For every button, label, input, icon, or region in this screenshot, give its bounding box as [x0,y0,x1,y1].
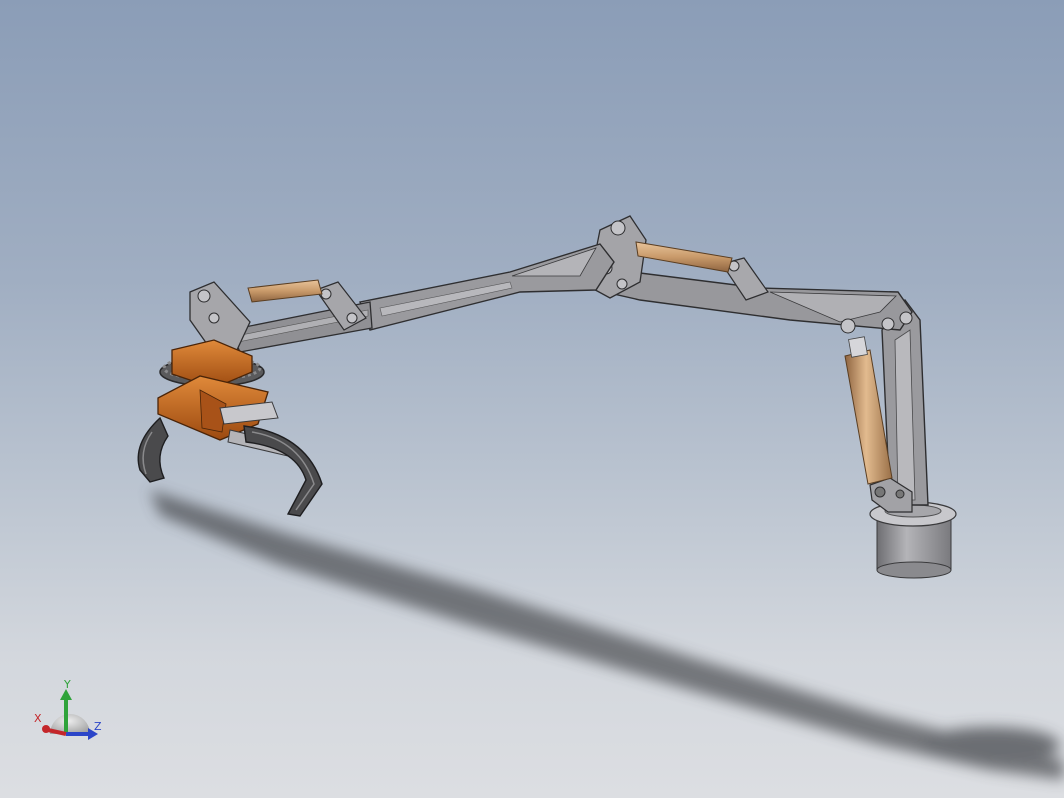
outer-boom[interactable] [359,243,615,331]
view-orientation-triad[interactable]: X Y Z [28,676,108,746]
rotator[interactable] [157,339,269,441]
z-axis-label: Z [94,720,102,733]
y-axis-label: Y [64,678,71,691]
inner-boom[interactable] [587,215,913,334]
model-scene[interactable] [0,0,1064,798]
graphics-viewport[interactable]: X Y Z [0,0,1064,798]
base-pedestal[interactable] [869,501,957,579]
boom-cylinder[interactable] [635,241,733,273]
x-axis-label: X [34,712,42,725]
